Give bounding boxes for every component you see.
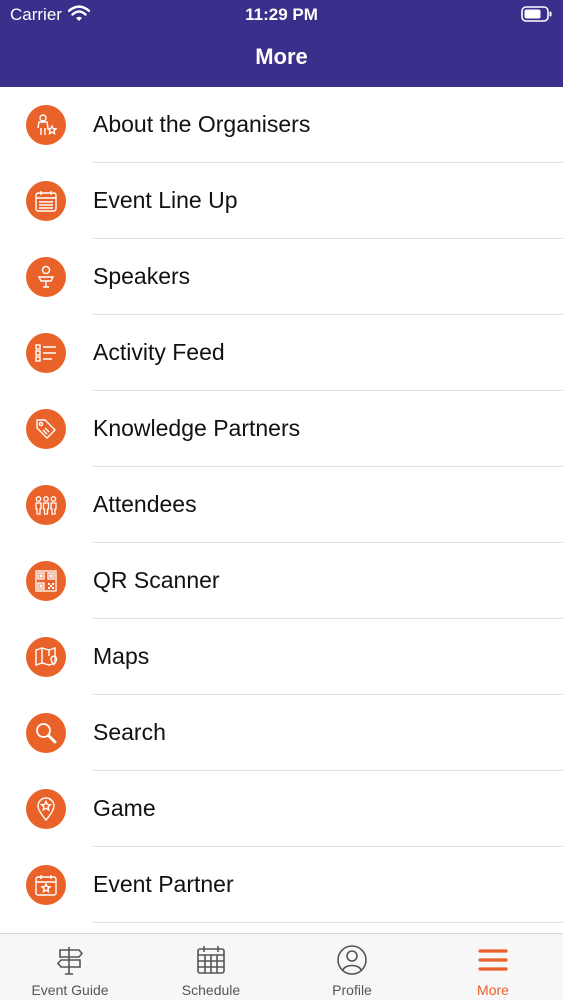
tab-label: Event Guide — [31, 982, 109, 998]
status-time: 11:29 PM — [245, 5, 318, 24]
tab-label: Profile — [332, 982, 372, 998]
menu-item-event-partner[interactable]: Event Partner — [0, 847, 563, 923]
menu-item-maps[interactable]: Maps — [0, 619, 563, 695]
menu-item-game[interactable]: Game — [0, 771, 563, 847]
search-icon — [36, 723, 57, 744]
icon-badge — [26, 181, 66, 221]
menu-item-label: Maps — [93, 643, 150, 669]
feed-list-icon — [35, 344, 56, 362]
more-menu-list: About the Organisers Event Line Up Speak… — [0, 87, 563, 933]
menu-item-event-line-up[interactable]: Event Line Up — [0, 163, 563, 239]
icon-badge — [26, 409, 66, 449]
menu-item-label: Search — [93, 719, 166, 745]
icon-badge — [26, 561, 66, 601]
calendar-star-icon — [35, 875, 57, 896]
menu-item-label: QR Scanner — [93, 567, 220, 593]
organiser-icon — [37, 114, 58, 135]
menu-item-activity-feed[interactable]: Activity Feed — [0, 315, 563, 391]
icon-badge — [26, 333, 66, 373]
qr-code-icon — [35, 570, 57, 592]
menu-item-label: Event Line Up — [93, 187, 238, 213]
icon-badge — [26, 789, 66, 829]
calendar-grid-icon — [197, 946, 225, 974]
icon-badge — [26, 713, 66, 753]
battery-icon — [521, 6, 552, 22]
menu-item-knowledge-partners[interactable]: Knowledge Partners — [0, 391, 563, 467]
status-bar: Carrier 11:29 PM — [0, 0, 563, 30]
menu-item-speakers[interactable]: Speakers — [0, 239, 563, 315]
signpost-icon — [56, 947, 84, 975]
menu-item-search[interactable]: Search — [0, 695, 563, 771]
tab-bar: Event Guide Schedule Profile More — [0, 933, 563, 1000]
map-icon — [35, 647, 58, 666]
menu-item-label: Attendees — [93, 491, 197, 517]
tab-schedule[interactable]: Schedule — [141, 934, 281, 1000]
tab-label: Schedule — [181, 982, 241, 998]
menu-item-label: Knowledge Partners — [93, 415, 301, 441]
tab-event-guide[interactable]: Event Guide — [0, 934, 140, 1000]
menu-item-label: Game — [93, 795, 156, 821]
user-circle-icon — [337, 945, 367, 975]
tab-more[interactable]: More — [423, 934, 563, 1000]
icon-badge — [26, 637, 66, 677]
people-icon — [35, 496, 57, 515]
icon-badge — [26, 865, 66, 905]
menu-item-label: Speakers — [93, 263, 191, 289]
menu-item-label: Event Partner — [93, 871, 234, 897]
hamburger-menu-icon — [478, 949, 508, 971]
icon-badge — [26, 485, 66, 525]
icon-badge — [26, 257, 66, 297]
menu-item-attendees[interactable]: Attendees — [0, 467, 563, 543]
speaker-icon — [37, 265, 55, 288]
tag-icon — [36, 419, 56, 439]
page-title: More — [255, 44, 308, 69]
menu-item-label: About the Organisers — [93, 111, 311, 137]
menu-item-label: Activity Feed — [93, 339, 225, 365]
menu-item-qr-scanner[interactable]: QR Scanner — [0, 543, 563, 619]
divider — [93, 922, 563, 923]
tab-label: More — [477, 982, 509, 998]
icon-badge — [26, 105, 66, 145]
tab-profile[interactable]: Profile — [282, 934, 422, 1000]
menu-item-about-the-organisers[interactable]: About the Organisers — [0, 87, 563, 163]
game-star-pin-icon — [37, 797, 55, 821]
calendar-list-icon — [35, 191, 57, 212]
navigation-header: Carrier 11:29 PM More — [0, 0, 563, 87]
